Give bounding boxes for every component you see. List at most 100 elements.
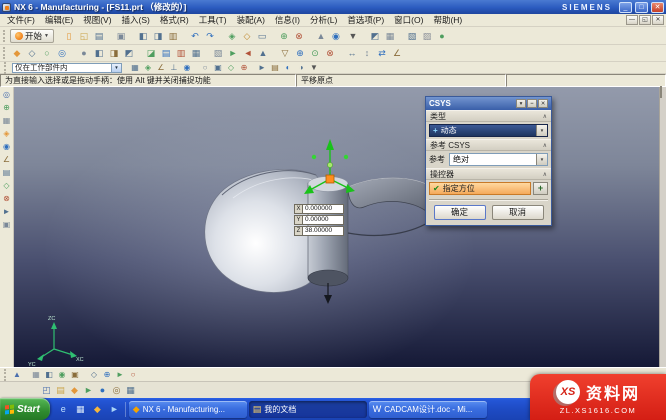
toolbar-icon[interactable]: ∠ (390, 46, 404, 60)
menu-item[interactable]: 装配(A) (232, 14, 270, 26)
menu-item[interactable]: 首选项(P) (342, 14, 389, 26)
collapse-icon[interactable]: ∧ (543, 171, 547, 178)
toolbar-icon[interactable]: ◇ (240, 29, 254, 43)
toolbar-icon[interactable]: ▲ (314, 29, 328, 43)
coordinate-value[interactable]: 0.00000 (303, 215, 344, 225)
toolbar-icon[interactable]: ⊕ (277, 29, 291, 43)
quick-launch-icon[interactable]: ◆ (90, 402, 105, 417)
maximize-button[interactable]: □ (635, 2, 648, 13)
toolbar-icon[interactable]: ▯ (62, 29, 76, 43)
toolbar-icon[interactable]: ● (96, 384, 109, 397)
toolbar-icon[interactable]: ◆ (68, 384, 81, 397)
dock-handle[interactable] (660, 86, 662, 98)
toolbar-grip[interactable] (4, 62, 7, 74)
toolbar-icon[interactable]: ⇄ (375, 46, 389, 60)
toolbar-icon[interactable]: ◨ (107, 46, 121, 60)
toolbar-icon[interactable]: ► (82, 384, 95, 397)
chevron-down-icon[interactable]: ▼ (111, 64, 121, 72)
cancel-button[interactable]: 取消 (492, 205, 544, 220)
toolbar-icon[interactable]: ◩ (368, 29, 382, 43)
selection-bar-icon[interactable]: ◇ (225, 62, 237, 73)
manipulator-section-header[interactable]: 操控器 ∧ (426, 168, 551, 180)
toolbar-icon[interactable]: ◱ (77, 29, 91, 43)
menu-item[interactable]: 格式(R) (155, 14, 194, 26)
toolbar-icon[interactable]: ◇ (88, 369, 100, 381)
selection-bar-icon[interactable]: ⊕ (238, 62, 250, 73)
toolbar-icon[interactable]: ◨ (151, 29, 165, 43)
propeller-model[interactable] (205, 169, 441, 304)
toolbar-icon[interactable]: ▤ (92, 29, 106, 43)
toolbar-icon[interactable]: ► (114, 369, 126, 381)
minimize-button[interactable]: _ (619, 2, 632, 13)
mdi-restore-icon[interactable]: ◱ (639, 15, 651, 25)
reference-combo[interactable]: 绝对 ▼ (449, 153, 548, 166)
selection-scope-combo[interactable]: 仅在工作部件内 ▼ (12, 63, 122, 73)
coordinate-value[interactable]: 38.00000 (303, 226, 344, 236)
toolbar-grip[interactable] (3, 30, 6, 42)
chevron-down-icon[interactable]: ▼ (536, 125, 547, 136)
toolbar-icon[interactable]: ▣ (114, 29, 128, 43)
toolbar-icon[interactable]: ▦ (383, 29, 397, 43)
selection-bar-icon[interactable]: ∠ (155, 62, 167, 73)
start-button[interactable]: Start (0, 398, 50, 420)
toolbar-icon[interactable]: ∠ (1, 154, 13, 166)
coordinate-value[interactable]: 0.000000 (303, 204, 344, 214)
graphics-viewport[interactable]: ZC XC YC X 0.000000 Y 0.00000 (14, 87, 659, 367)
toolbar-icon[interactable]: ⊕ (1, 102, 13, 114)
toolbar-icon[interactable]: ◩ (122, 46, 136, 60)
selection-bar-icon[interactable]: ▼ (308, 62, 320, 73)
dialog-options-icon[interactable]: ▾ (516, 99, 526, 108)
reference-section-header[interactable]: 参考 CSYS ∧ (426, 139, 551, 151)
toolbar-icon[interactable]: ▲ (256, 46, 270, 60)
toolbar-icon[interactable]: ● (435, 29, 449, 43)
menu-item[interactable]: 插入(S) (117, 14, 155, 26)
toolbar-icon[interactable]: ◉ (1, 141, 13, 153)
selection-bar-icon[interactable]: ◐ (282, 62, 294, 73)
manipulator-button[interactable]: + (533, 182, 548, 195)
quick-launch-icon[interactable]: ▦ (73, 402, 88, 417)
toolbar-icon[interactable]: ◈ (225, 29, 239, 43)
toolbar-icon[interactable]: ↶ (188, 29, 202, 43)
close-button[interactable]: ✕ (651, 2, 664, 13)
selection-bar-icon[interactable]: ▤ (269, 62, 281, 73)
toolbar-icon[interactable]: ▤ (54, 384, 67, 397)
menu-item[interactable]: 工具(T) (194, 14, 232, 26)
toolbar-icon[interactable]: ◈ (1, 128, 13, 140)
rotate-handle[interactable] (312, 155, 316, 159)
selection-bar-icon[interactable]: ⊥ (168, 62, 180, 73)
taskbar-task-button[interactable]: ◆ NX 6 - Manufacturing... (129, 401, 247, 418)
toolbar-icon[interactable]: ◄ (241, 46, 255, 60)
toolbar-icon[interactable]: ▽ (278, 46, 292, 60)
toolbar-icon[interactable]: ◧ (136, 29, 150, 43)
toolbar-icon[interactable]: ▥ (174, 46, 188, 60)
toolbar-icon[interactable]: ▲ (11, 369, 23, 381)
quick-launch-icon[interactable]: ► (107, 402, 122, 417)
toolbar-icon[interactable]: ▦ (124, 384, 137, 397)
toolbar-icon[interactable]: ◧ (92, 46, 106, 60)
type-section-header[interactable]: 类型 ∧ (426, 110, 551, 122)
toolbar-icon[interactable]: ▥ (166, 29, 180, 43)
toolbar-icon[interactable]: ▤ (159, 46, 173, 60)
toolbar-icon[interactable]: ⊗ (323, 46, 337, 60)
toolbar-icon[interactable]: ► (1, 206, 13, 218)
coordinate-field[interactable]: X 0.000000 (294, 204, 344, 214)
dialog-minimize-icon[interactable]: − (527, 99, 537, 108)
toolbar-icon[interactable]: ▨ (420, 29, 434, 43)
toolbar-icon[interactable]: ○ (40, 46, 54, 60)
toolbar-icon[interactable]: ○ (127, 369, 139, 381)
selection-bar-icon[interactable]: ◑ (295, 62, 307, 73)
toolbar-icon[interactable]: ◉ (329, 29, 343, 43)
specify-orientation-field[interactable]: ✔ 指定方位 (429, 182, 531, 195)
toolbar-icon[interactable]: ▣ (1, 219, 13, 231)
toolbar-icon[interactable]: ◪ (144, 46, 158, 60)
menu-item[interactable]: 文件(F) (2, 14, 40, 26)
rotate-handle[interactable] (344, 155, 348, 159)
csys-type-combo[interactable]: + 动态 ▼ (429, 124, 548, 137)
origin-ball-handle[interactable] (327, 162, 332, 167)
taskbar-task-button[interactable]: ▤ 我的文档 (249, 401, 367, 418)
toolbar-icon[interactable]: ► (226, 46, 240, 60)
toolbar-icon[interactable]: ▧ (405, 29, 419, 43)
menu-item[interactable]: 编辑(E) (40, 14, 78, 26)
toolbar-icon[interactable]: ◎ (55, 46, 69, 60)
toolbar-icon[interactable]: ▼ (346, 29, 360, 43)
